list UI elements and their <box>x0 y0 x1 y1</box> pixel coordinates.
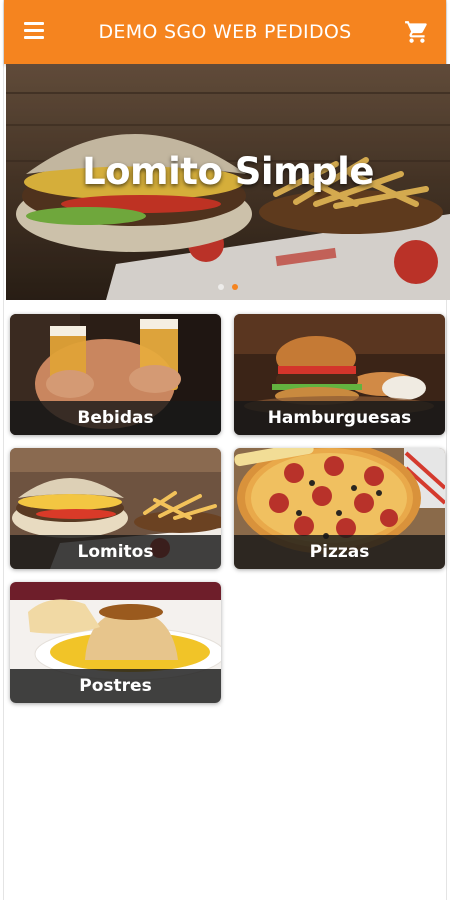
category-label-bar: Postres <box>10 669 221 703</box>
category-label-bar: Bebidas <box>10 401 221 435</box>
category-label: Hamburguesas <box>267 408 412 428</box>
banner-title: Lomito Simple <box>82 150 374 193</box>
category-label: Pizzas <box>309 542 370 562</box>
category-label: Postres <box>79 676 152 696</box>
menu-icon[interactable] <box>24 22 46 42</box>
category-label-bar: Lomitos <box>10 535 221 569</box>
carousel-indicator <box>6 284 450 290</box>
cart-icon[interactable] <box>404 19 430 45</box>
category-label-bar: Pizzas <box>234 535 445 569</box>
category-card-hamburguesas[interactable]: Hamburguesas <box>234 314 445 435</box>
category-label: Lomitos <box>77 542 154 562</box>
category-card-postres[interactable]: Postres <box>10 582 221 703</box>
app-bar: DEMO SGO WEB PEDIDOS <box>4 0 446 64</box>
category-card-pizzas[interactable]: Pizzas <box>234 448 445 569</box>
app-frame: DEMO SGO WEB PEDIDOS Lomito Simple Bebid… <box>3 0 450 900</box>
featured-banner[interactable]: Lomito Simple <box>6 64 450 300</box>
category-label: Bebidas <box>77 408 154 428</box>
category-card-lomitos[interactable]: Lomitos <box>10 448 221 569</box>
app-title: DEMO SGO WEB PEDIDOS <box>98 21 352 43</box>
carousel-dot[interactable] <box>218 284 224 290</box>
category-card-bebidas[interactable]: Bebidas <box>10 314 221 435</box>
category-label-bar: Hamburguesas <box>234 401 445 435</box>
carousel-dot-active[interactable] <box>232 284 238 290</box>
